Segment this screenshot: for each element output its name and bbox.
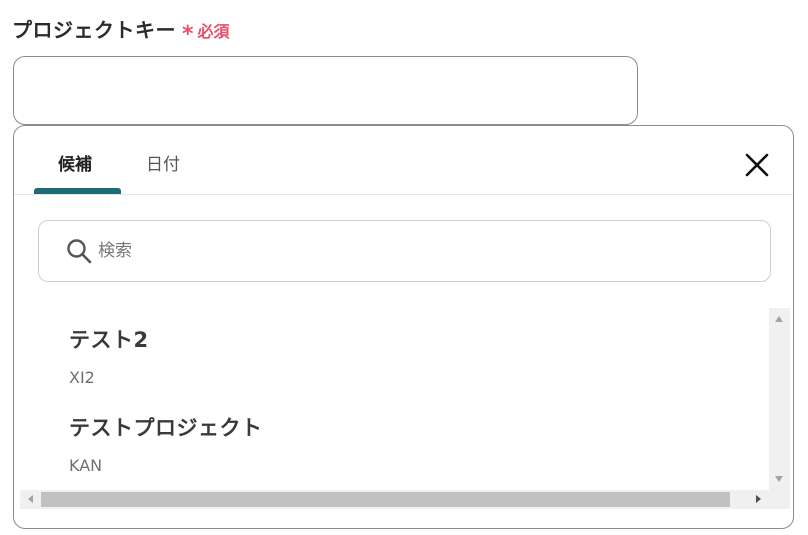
search-box[interactable]: [38, 220, 771, 282]
required-asterisk: *: [182, 22, 194, 47]
project-key-input[interactable]: [13, 56, 638, 125]
field-label: プロジェクトキー * 必須: [12, 14, 230, 47]
list-item-key: XI2: [69, 368, 95, 387]
scrollbar-corner: [769, 490, 790, 509]
close-icon: [745, 153, 769, 177]
list-item-key: KAN: [69, 456, 103, 475]
tab-candidates[interactable]: 候補: [58, 150, 92, 175]
close-button[interactable]: [742, 150, 772, 180]
list-item[interactable]: テストプロジェクト KAN: [69, 412, 263, 475]
scroll-left-arrow-icon[interactable]: [28, 495, 33, 503]
suggestion-list[interactable]: テスト2 XI2 テストプロジェクト KAN: [20, 308, 790, 509]
active-tab-indicator: [34, 188, 121, 194]
horizontal-scrollbar[interactable]: [20, 490, 769, 509]
search-icon: [67, 239, 92, 264]
tab-date[interactable]: 日付: [146, 150, 180, 175]
popover-tabs: 候補 日付: [14, 126, 793, 195]
list-item-title: テスト2: [69, 328, 149, 352]
field-label-text: プロジェクトキー: [12, 18, 176, 42]
scroll-right-arrow-icon[interactable]: [756, 495, 761, 503]
vertical-scrollbar[interactable]: [769, 308, 790, 490]
list-item[interactable]: テスト2 XI2: [69, 324, 149, 387]
suggestion-popover: 候補 日付 テスト2 XI2 テストプロジェクト KAN: [13, 125, 794, 529]
required-badge: 必須: [197, 22, 230, 41]
horizontal-scrollbar-thumb[interactable]: [41, 492, 730, 507]
scroll-up-arrow-icon[interactable]: [775, 316, 783, 322]
list-item-title: テストプロジェクト: [69, 416, 263, 440]
search-input[interactable]: [98, 241, 698, 261]
scroll-down-arrow-icon[interactable]: [775, 476, 783, 482]
